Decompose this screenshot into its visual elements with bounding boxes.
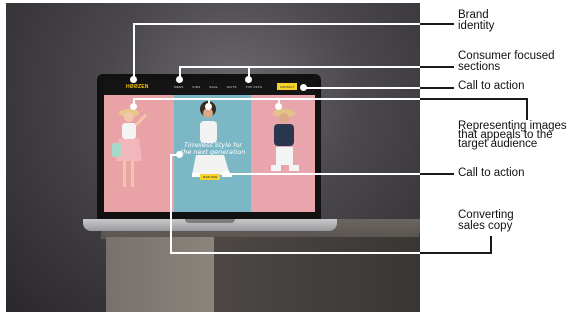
callout-sales-copy: Converting sales copy bbox=[458, 209, 514, 232]
callout-cta-middle: Call to action bbox=[458, 167, 525, 179]
images-line-drop bbox=[526, 98, 528, 120]
nav-item-top-offs[interactable]: TOP OFFS bbox=[246, 85, 263, 89]
sections-line-ext bbox=[420, 66, 454, 68]
callout-consumer-sections: Consumer focused sections bbox=[458, 50, 555, 73]
sales-line-v bbox=[170, 154, 172, 253]
laptop-notch bbox=[185, 219, 235, 223]
child-figure-right bbox=[271, 109, 299, 171]
images-line-ext bbox=[420, 98, 528, 100]
nav-contact-button[interactable]: CONTACT bbox=[277, 83, 297, 90]
pedestal-right bbox=[214, 237, 420, 312]
nav-item-sale[interactable]: SALE bbox=[209, 85, 217, 89]
cta-top-line-ext bbox=[420, 87, 454, 89]
sales-line-h-top bbox=[170, 154, 178, 156]
nav-items: MENS KIDS SALE GIFTS TOP OFFS bbox=[174, 85, 262, 89]
sales-line-ext bbox=[420, 252, 492, 254]
sales-line-h bbox=[170, 252, 420, 254]
callout-cta-top: Call to action bbox=[458, 80, 525, 92]
sections-line-h bbox=[179, 66, 420, 68]
nav-item-mens[interactable]: MENS bbox=[174, 85, 183, 89]
brand-identity-line-ext bbox=[420, 23, 454, 25]
hero-title: Timeless Style for the next generation bbox=[180, 141, 246, 156]
nav-item-kids[interactable]: KIDS bbox=[192, 85, 200, 89]
callout-brand-identity: Brand identity bbox=[458, 9, 495, 32]
brand-identity-line-v bbox=[133, 23, 135, 78]
sales-line-rise bbox=[490, 236, 492, 254]
brand-identity-line-h bbox=[133, 23, 420, 25]
child-figure-left bbox=[112, 109, 148, 187]
cta-top-line bbox=[305, 87, 420, 89]
images-line-h bbox=[133, 98, 420, 100]
hero-panel-right bbox=[251, 95, 315, 212]
pedestal-left bbox=[106, 237, 214, 312]
hero-shop-button[interactable]: SHOP NOW bbox=[200, 174, 220, 180]
callout-representing-images: Representing images that appeals to the … bbox=[458, 120, 567, 150]
cta-middle-line-ext bbox=[420, 173, 454, 175]
site-logo[interactable]: HØØZEN bbox=[126, 84, 149, 90]
nav-item-gifts[interactable]: GIFTS bbox=[227, 85, 237, 89]
hero-panel-left bbox=[104, 95, 174, 212]
cta-middle-line bbox=[228, 173, 420, 175]
